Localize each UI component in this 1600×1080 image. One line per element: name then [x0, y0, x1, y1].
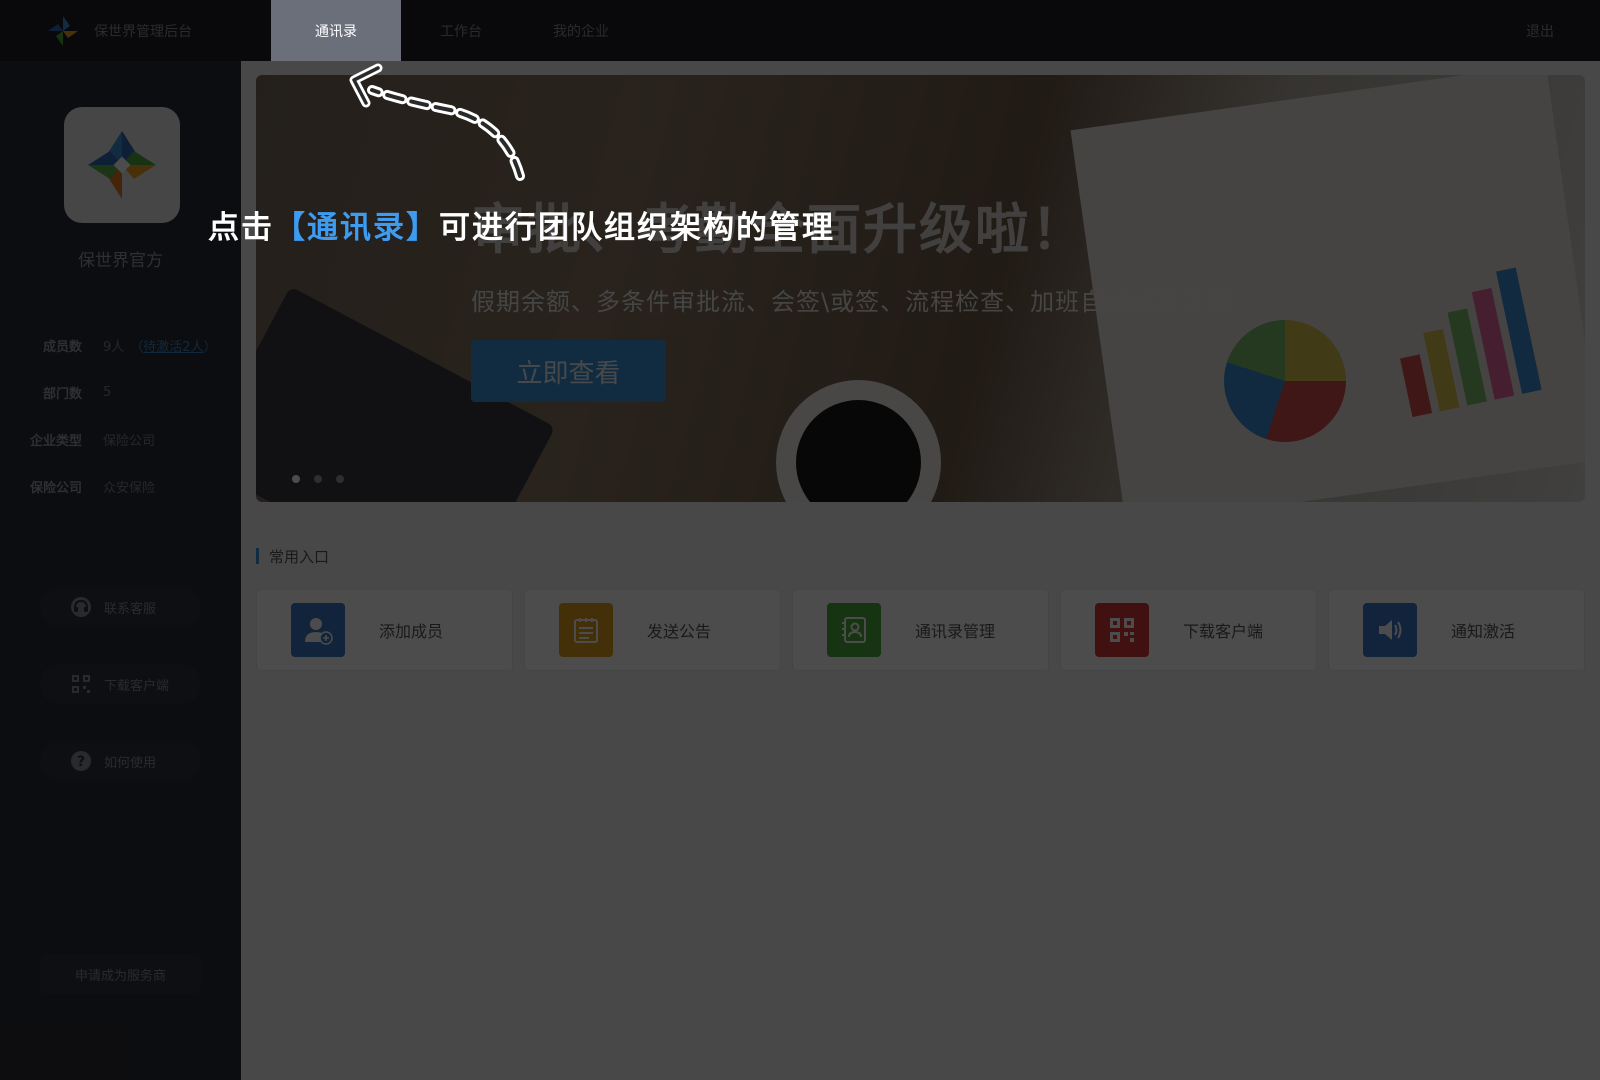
org-logo	[64, 107, 180, 223]
headset-icon	[70, 596, 92, 618]
org-name: 保世界官方	[78, 251, 163, 271]
stat-label: 企业类型	[29, 433, 82, 449]
carousel-dot[interactable]	[336, 475, 344, 483]
stat-company-type: 企业类型 保险公司	[0, 427, 241, 451]
contact-support-button[interactable]: 联系客服	[40, 587, 201, 627]
quick-entry-label: 通知激活	[1451, 622, 1516, 641]
section-accent-bar	[256, 548, 259, 564]
speaker-icon	[1363, 603, 1417, 657]
brand-logo-icon	[48, 15, 78, 46]
banner-pie-decor	[1224, 320, 1346, 442]
stat-departments: 部门数 5	[0, 380, 241, 404]
view-now-button[interactable]: 立即查看	[471, 340, 666, 402]
qr-code-icon	[1095, 603, 1149, 657]
stat-value: 5	[103, 384, 112, 400]
side-button-label: 联系客服	[104, 601, 157, 617]
carousel-dot[interactable]	[314, 475, 322, 483]
quick-entry-label: 通讯录管理	[915, 622, 996, 641]
carousel-dot[interactable]	[292, 475, 300, 483]
stat-value: 保险公司	[103, 433, 156, 449]
pending-paren-open: （	[130, 339, 144, 355]
apply-service-provider-button[interactable]: 申请成为服务商	[40, 954, 201, 994]
side-button-label: 下载客户端	[104, 678, 170, 694]
quick-entry-label: 添加成员	[379, 622, 444, 641]
notice-icon	[559, 603, 613, 657]
banner-subtitle: 假期余额、多条件审批流、会签\或签、流程检查、加班自动计算工时	[471, 288, 1231, 316]
side-button-label: 如何使用	[104, 755, 157, 771]
quick-entry-label: 下载客户端	[1183, 622, 1264, 641]
pending-activation-link[interactable]: 待激活2人	[143, 336, 203, 355]
stat-label: 部门数	[42, 386, 82, 402]
app-title: 保世界管理后台	[94, 23, 192, 40]
sidebar: 保世界官方 成员数 9人 （ 待激活2人 ） 部门数 5 企业类型 保险公司 保…	[0, 61, 241, 1080]
guide-instruction-text: 点击【通讯录】可进行团队组织架构的管理	[208, 202, 835, 247]
stat-value: 众安保险	[103, 480, 156, 496]
stat-value: 9人	[103, 339, 125, 355]
quick-send-notice[interactable]: 发送公告	[524, 589, 781, 671]
logout-link[interactable]: 退出	[1526, 0, 1554, 61]
brand: 保世界管理后台	[0, 0, 271, 61]
quick-contacts-manage[interactable]: 通讯录管理	[792, 589, 1049, 671]
download-client-button[interactable]: 下载客户端	[40, 664, 201, 704]
org-logo-icon	[88, 131, 156, 199]
stat-label: 成员数	[42, 339, 82, 355]
guide-text-highlight: 【通讯录】	[274, 210, 439, 246]
qr-code-icon	[70, 673, 92, 695]
question-icon: ?	[70, 750, 92, 772]
quick-add-member[interactable]: 添加成员	[256, 589, 513, 671]
how-to-use-button[interactable]: ? 如何使用	[40, 741, 201, 781]
guide-text-before: 点击	[208, 210, 274, 246]
carousel-dots	[292, 475, 344, 483]
pending-paren-close: ）	[203, 339, 217, 355]
section-title-label: 常用入口	[269, 547, 330, 566]
stat-insurer: 保险公司 众安保险	[0, 474, 241, 498]
stat-label: 保险公司	[29, 480, 82, 496]
top-bar: 保世界管理后台 通讯录 工作台 我的企业 退出	[0, 0, 1600, 61]
quick-download-client[interactable]: 下载客户端	[1060, 589, 1317, 671]
add-member-icon	[291, 603, 345, 657]
guide-text-after: 可进行团队组织架构的管理	[439, 210, 835, 246]
stat-members: 成员数 9人 （ 待激活2人 ）	[0, 333, 241, 357]
guide-arrow-icon	[349, 63, 525, 181]
svg-text:?: ?	[77, 754, 85, 770]
contacts-icon	[827, 603, 881, 657]
quick-notify-activate[interactable]: 通知激活	[1328, 589, 1585, 671]
quick-entry-label: 发送公告	[647, 622, 712, 641]
quick-entry-section-title: 常用入口	[256, 546, 329, 566]
